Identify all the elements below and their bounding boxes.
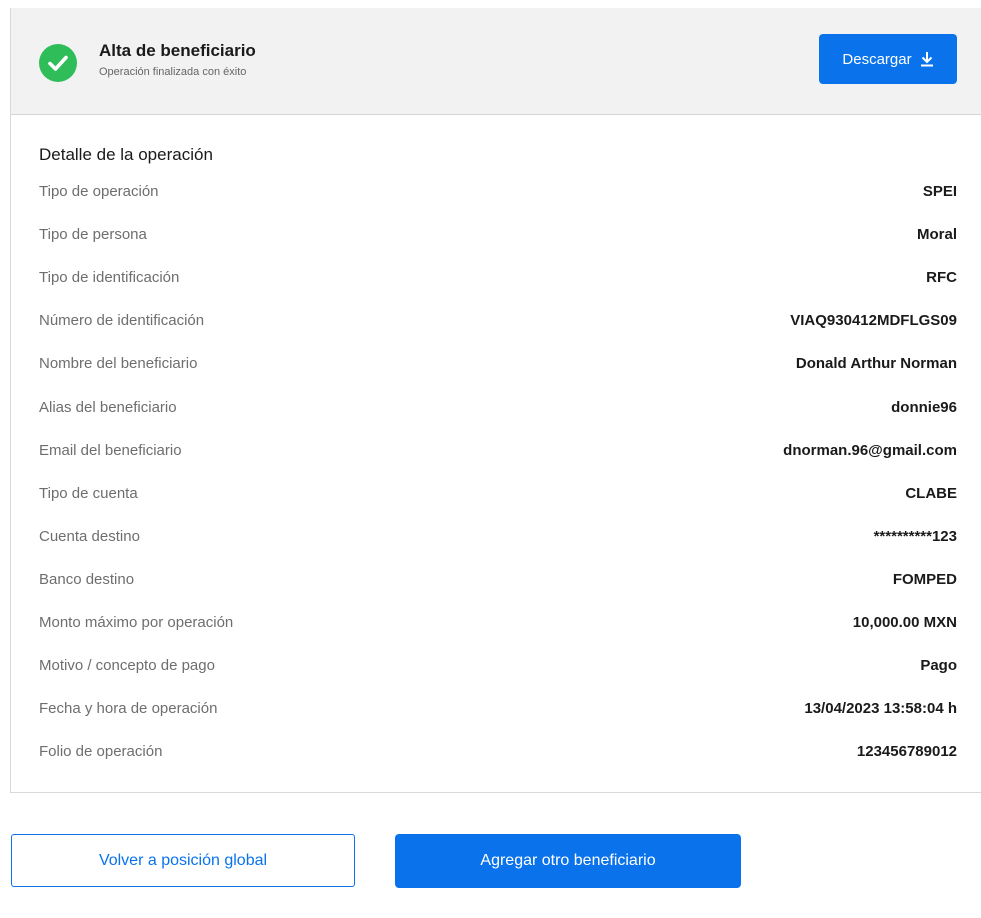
detail-value: SPEI: [922, 183, 957, 201]
page-title: Alta de beneficiario: [99, 41, 256, 60]
detail-row: Fecha y hora de operación 13/04/2023 13:5…: [39, 687, 957, 730]
operation-header: Alta de beneficiario Operación finalizad…: [11, 8, 981, 115]
detail-row: Banco destino FOMPED: [39, 558, 957, 601]
back-to-global-position-button[interactable]: Volver a posición global: [11, 834, 355, 887]
detail-row: Tipo de identificación RFC: [39, 256, 957, 299]
detail-row: Tipo de operación SPEI: [39, 170, 957, 213]
detail-value: Donald Arthur Norman: [795, 355, 957, 373]
success-check-icon: [39, 44, 77, 82]
detail-value: 123456789012: [856, 743, 957, 761]
detail-label: Nombre del beneficiario: [39, 355, 198, 373]
detail-row: Tipo de persona Moral: [39, 213, 957, 256]
detail-row: Alias del beneficiario donnie96: [39, 385, 957, 428]
details-title: Detalle de la operación: [39, 145, 213, 164]
add-another-beneficiary-button[interactable]: Agregar otro beneficiario: [395, 834, 741, 888]
detail-value: 13/04/2023 13:58:04 h: [804, 700, 957, 718]
download-button-label: Descargar: [842, 50, 912, 68]
detail-label: Tipo de operación: [39, 183, 159, 201]
detail-value: FOMPED: [892, 570, 957, 588]
details-list: Tipo de operación SPEI Tipo de persona Mora…: [39, 170, 957, 773]
detail-label: Tipo de cuenta: [39, 484, 138, 502]
detail-value: **********123: [873, 527, 957, 545]
detail-label: Fecha y hora de operación: [39, 700, 218, 718]
operation-card: Alta de beneficiario Operación finalizad…: [10, 8, 981, 793]
detail-label: Cuenta destino: [39, 527, 140, 545]
detail-value: donnie96: [891, 398, 957, 416]
detail-value: CLABE: [905, 484, 957, 502]
detail-label: Email del beneficiario: [39, 441, 182, 459]
status-message: Operación finalizada con éxito: [99, 66, 247, 78]
detail-label: Banco destino: [39, 570, 135, 588]
detail-label: Motivo / concepto de pago: [39, 657, 215, 675]
detail-label: Número de identificación: [39, 312, 205, 330]
detail-value: VIAQ930412MDFLGS09: [790, 312, 957, 330]
detail-label: Monto máximo por operación: [39, 613, 234, 631]
detail-row: Cuenta destino **********123: [39, 515, 957, 558]
detail-label: Alias del beneficiario: [39, 398, 177, 416]
detail-row: Número de identificación VIAQ930412MDFLGS…: [39, 299, 957, 342]
detail-row: Monto máximo por operación 10,000.00 MXN: [39, 601, 957, 644]
download-icon: [920, 51, 934, 67]
detail-label: Tipo de persona: [39, 226, 147, 244]
detail-value: Pago: [920, 657, 957, 675]
detail-label: Folio de operación: [39, 743, 163, 761]
detail-row: Email del beneficiario dnorman.96@gmail.c…: [39, 429, 957, 472]
detail-row: Motivo / concepto de pago Pago: [39, 644, 957, 687]
detail-row: Tipo de cuenta CLABE: [39, 472, 957, 515]
detail-value: dnorman.96@gmail.com: [783, 441, 957, 459]
detail-row: Folio de operación 123456789012: [39, 730, 957, 773]
detail-row: Nombre del beneficiario Donald Arthur Nor…: [39, 342, 957, 385]
download-button[interactable]: Descargar: [819, 34, 957, 84]
detail-label: Tipo de identificación: [39, 269, 180, 287]
detail-value: 10,000.00 MXN: [852, 613, 957, 631]
confirmation-page: Alta de beneficiario Operación finalizad…: [0, 0, 981, 918]
detail-value: Moral: [916, 226, 957, 244]
detail-value: RFC: [926, 269, 957, 287]
